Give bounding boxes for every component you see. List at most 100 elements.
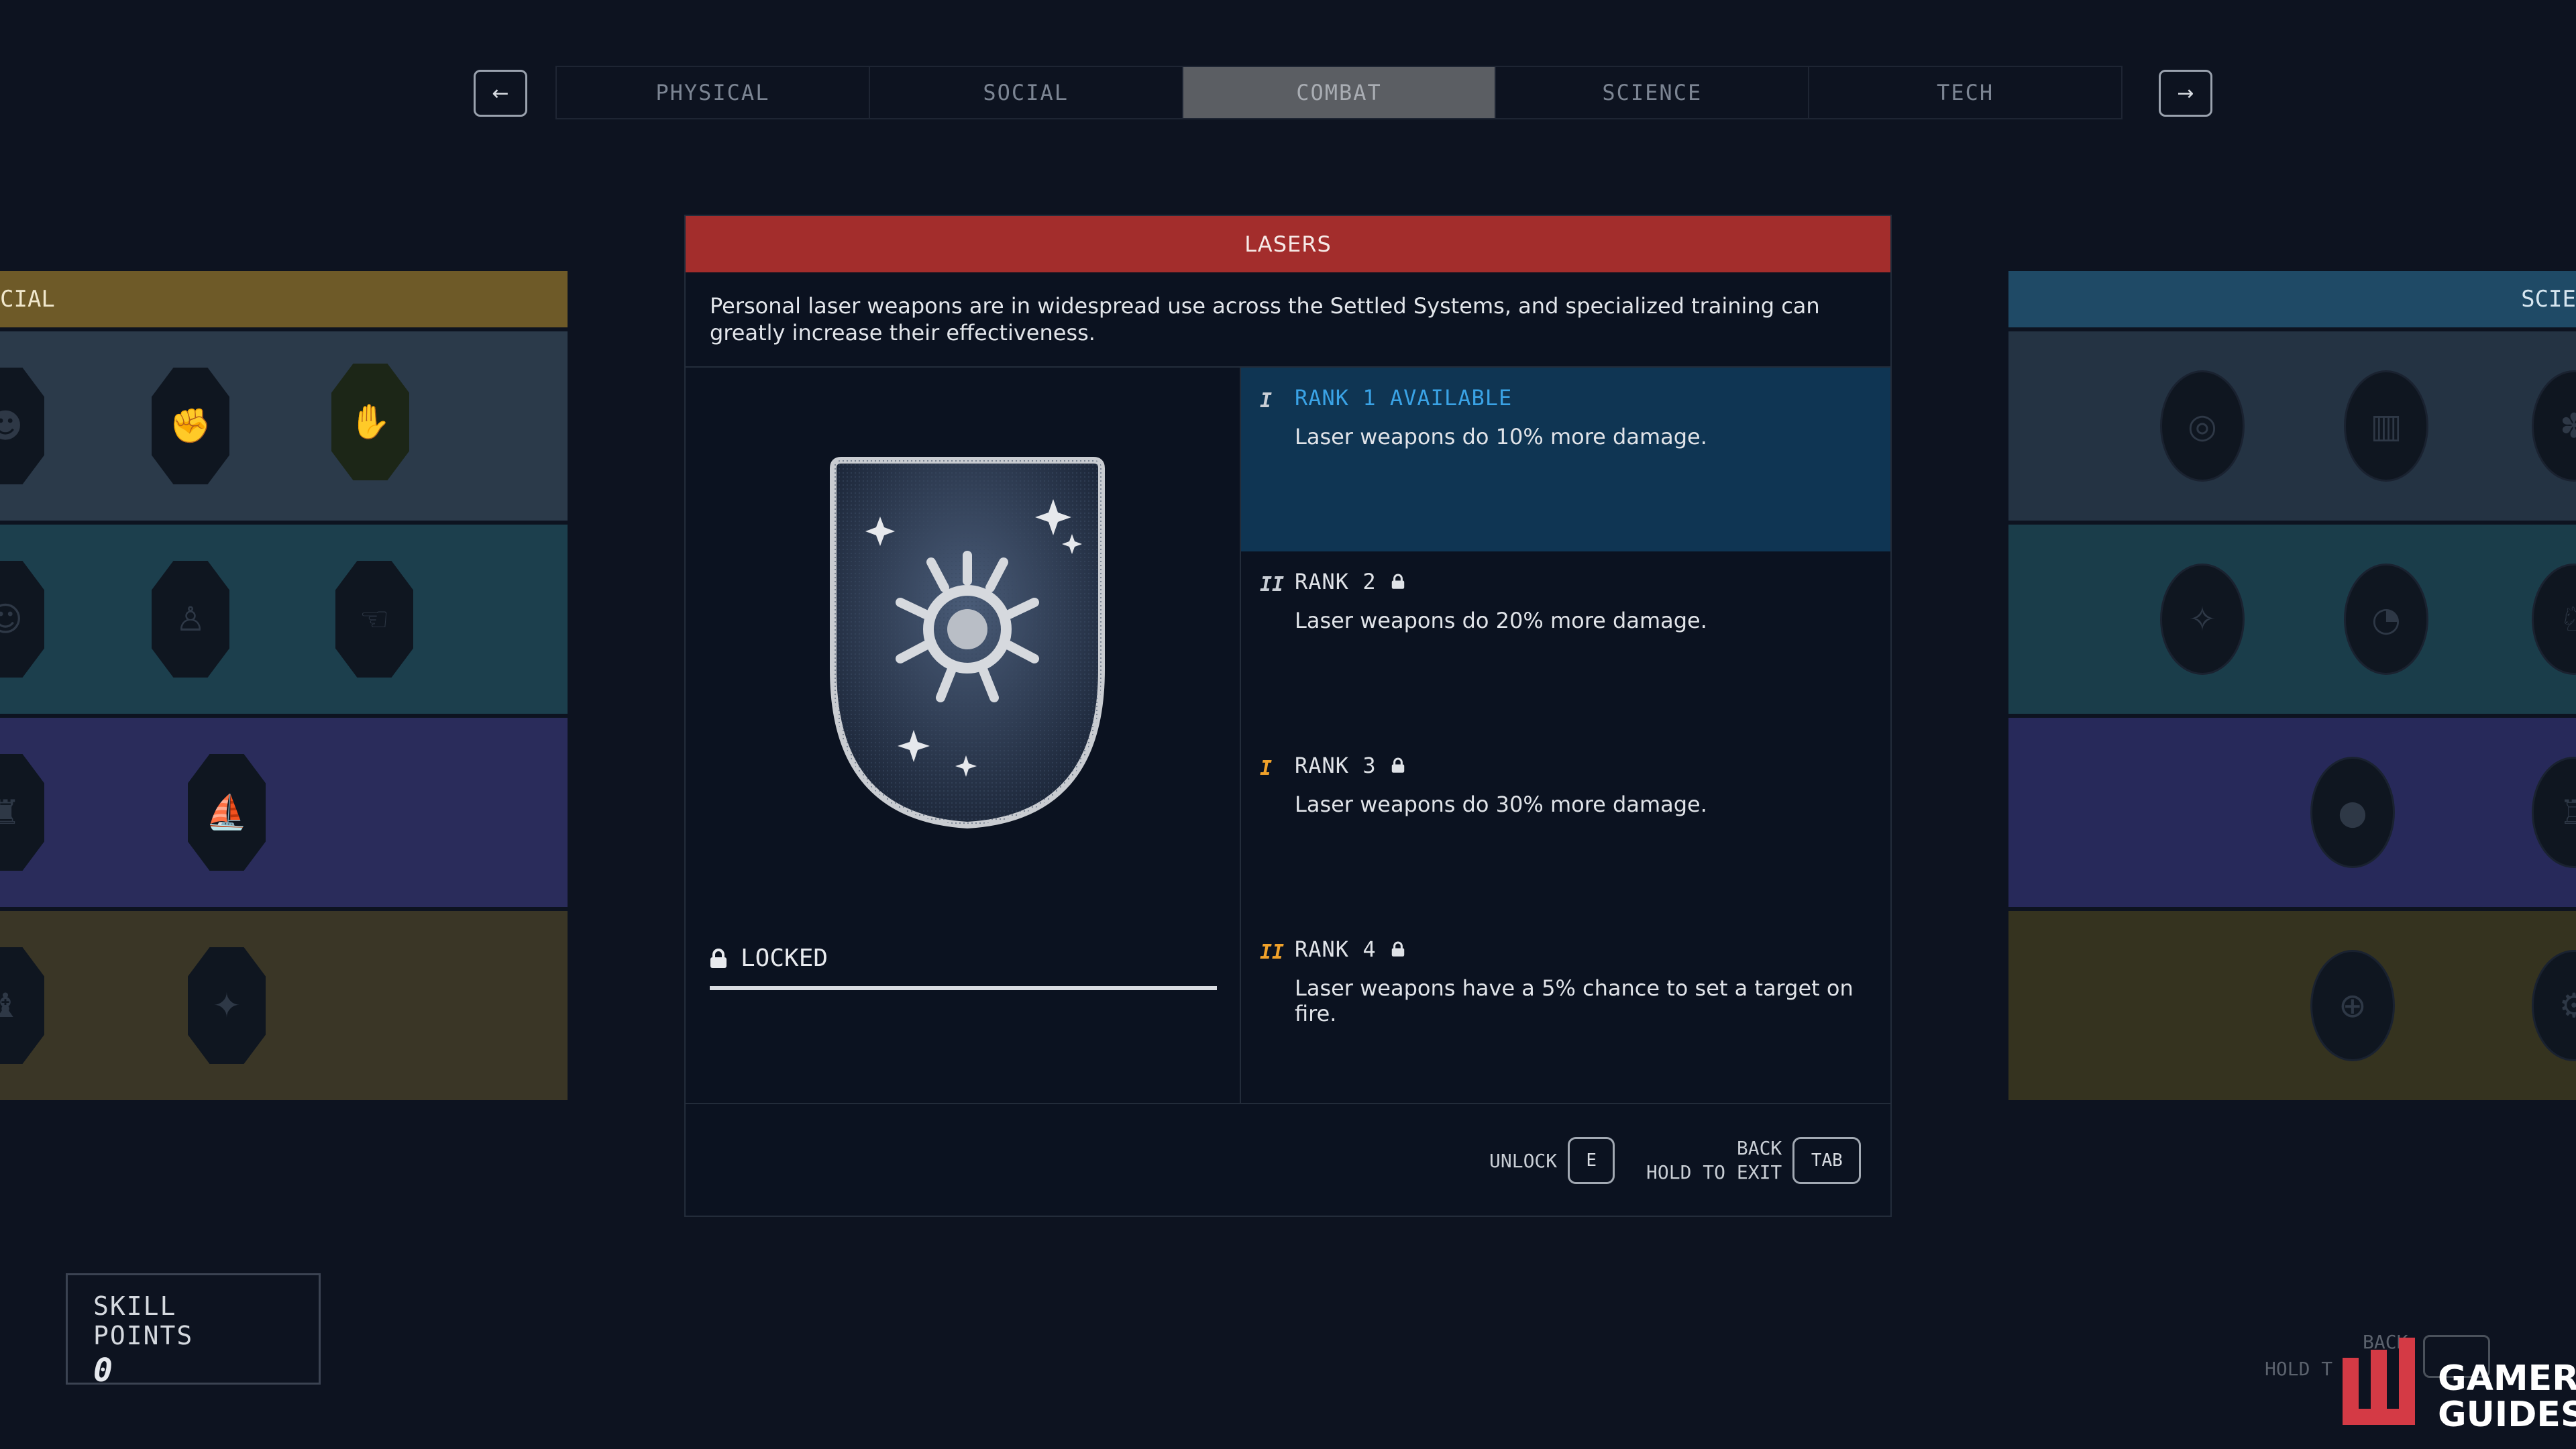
lock-icon [1391,574,1404,589]
compass-icon: ✧ [2188,600,2216,639]
tab-science[interactable]: SCIENCE [1496,67,1810,118]
science-tier-3: ● ♖ [2008,718,2576,907]
lasers-badge-icon [830,457,1105,829]
science-skill-column: SCIE ◎ ▥ ✽ ✧ ◔ ♘ ● ♖ ⊕ ⚙ [2008,271,2576,1100]
skill-points-box: SKILL POINTS 0 [66,1273,321,1389]
rank-2-title: RANK 2 [1295,569,1890,594]
skill-icon[interactable]: ☺ [0,561,44,678]
skill-icon[interactable]: ▥ [2344,370,2428,482]
ghost-hold-label: HOLD T [2265,1358,2333,1380]
skill-icon[interactable]: ✊ [152,368,229,484]
skill-icon[interactable]: ♙ [152,561,229,678]
skill-icon[interactable]: ● [2310,757,2395,868]
rank-list: I RANK 1 AVAILABLE Laser weapons do 10% … [1241,368,1890,1103]
person-icon: ♙ [175,600,206,639]
skill-icon[interactable]: ✽ [2532,370,2576,482]
science-column-header: SCIE [2008,271,2576,327]
rank-1-title: RANK 1 AVAILABLE [1295,385,1890,411]
radar-icon: ◔ [2371,600,2401,639]
rank-3-mark: I [1260,757,1273,780]
unlock-hint[interactable]: UNLOCK E [1489,1104,1615,1217]
gamer-guides-logo-icon [2343,1338,2415,1425]
skill-points-value: 0 [93,1352,113,1389]
tab-social[interactable]: SOCIAL [870,67,1183,118]
skill-icon[interactable]: ♜ [0,754,44,871]
science-tier-2: ✧ ◔ ♘ [2008,525,2576,714]
key-e[interactable]: E [1568,1137,1615,1184]
skill-icon[interactable]: ⊕ [2310,950,2395,1061]
rank-4-row[interactable]: II RANK 4 Laser weapons have a 5% chance… [1241,919,1890,1103]
ship-icon: ⛵ [205,792,248,832]
prev-category-button[interactable]: ← [474,70,527,117]
astronaut-icon: ♘ [2559,600,2576,639]
back-label: BACK [1736,1137,1782,1159]
skill-progress-bar [710,986,1217,990]
figure-icon: ☻ [0,407,23,445]
lab-icon: ♖ [2559,793,2576,832]
back-hint[interactable]: BACK HOLD TO EXIT TAB [1646,1104,1862,1217]
skill-badge-area: LOCKED [686,368,1241,1103]
figure-icon: ♝ [0,986,21,1025]
rank-2-title-text: RANK 2 [1295,569,1377,594]
skill-icon[interactable]: ☻ [0,368,44,484]
watermark-text: GAMER GUIDES [2438,1360,2576,1433]
next-category-button[interactable]: → [2159,70,2212,117]
panel-footer: UNLOCK E BACK HOLD TO EXIT TAB [686,1103,1890,1217]
gamer-guides-watermark: GAMER GUIDES [2336,1331,2576,1433]
rank-2-row[interactable]: II RANK 2 Laser weapons do 20% more dama… [1241,551,1890,735]
skill-description: Personal laser weapons are in widespread… [686,272,1890,368]
rank-1-mark: I [1260,389,1273,413]
arrow-left-icon: ← [492,81,509,105]
arrow-right-icon: → [2177,81,2194,105]
rank-4-mark: II [1260,941,1285,964]
rank-4-title: RANK 4 [1295,936,1890,962]
target-icon: ⊕ [2339,986,2367,1025]
tab-physical[interactable]: PHYSICAL [557,67,870,118]
skill-icon-selected[interactable]: ✋ [331,364,409,480]
science-tier-4: ⊕ ⚙ [2008,911,2576,1100]
bird-icon: ✦ [213,986,241,1025]
lock-icon [1391,757,1404,773]
hand-gem-icon: ✋ [349,402,392,441]
scanner-icon: ▥ [2370,407,2402,445]
skill-icon[interactable]: ☜ [335,561,413,678]
fist-icon: ✊ [169,406,212,445]
gear-icon: ⚙ [2559,986,2576,1025]
planet-icon: ◎ [2188,407,2217,445]
rank-3-row[interactable]: I RANK 3 Laser weapons do 30% more damag… [1241,735,1890,919]
skill-icon[interactable]: ♘ [2532,564,2576,675]
social-tier-4: ♝ ✦ [0,911,568,1100]
watermark-line-1: GAMER [2438,1358,2576,1399]
skill-body: LOCKED I RANK 1 AVAILABLE Laser weapons … [686,368,1890,1103]
rank-4-description: Laser weapons have a 5% chance to set a … [1295,975,1854,1026]
rank-1-description: Laser weapons do 10% more damage. [1295,424,1707,449]
skill-icon[interactable]: ♝ [0,947,44,1064]
rank-2-description: Laser weapons do 20% more damage. [1295,608,1707,633]
social-tier-1: ☻ ✊ ✋ [0,331,568,521]
rank-3-description: Laser weapons do 30% more damage. [1295,792,1707,817]
tab-combat[interactable]: COMBAT [1183,67,1497,118]
skill-icon[interactable]: ⚙ [2532,950,2576,1061]
lock-icon [710,948,727,968]
rank-1-title-text: RANK 1 AVAILABLE [1295,385,1513,411]
category-tabs: PHYSICAL SOCIAL COMBAT SCIENCE TECH [555,66,2123,119]
face-icon: ☺ [0,600,23,639]
moon-icon: ● [2338,793,2367,832]
skill-status-label: LOCKED [741,945,828,972]
rank-4-title-text: RANK 4 [1295,936,1377,962]
rank-2-mark: II [1260,573,1285,596]
skill-detail-panel: LASERS Personal laser weapons are in wid… [684,215,1892,1217]
skill-icon[interactable]: ◔ [2344,564,2428,675]
skill-icon[interactable]: ⛵ [188,754,266,871]
skill-icon[interactable]: ✧ [2160,564,2245,675]
skill-points-label: SKILL POINTS [93,1291,194,1350]
rank-3-title-text: RANK 3 [1295,753,1377,778]
skill-icon[interactable]: ✦ [188,947,266,1064]
tab-tech[interactable]: TECH [1809,67,2121,118]
rank-1-row[interactable]: I RANK 1 AVAILABLE Laser weapons do 10% … [1241,368,1890,551]
watermark-line-2: GUIDES [2438,1395,2576,1435]
skill-status: LOCKED [710,945,828,972]
key-tab[interactable]: TAB [1792,1137,1862,1184]
skill-icon[interactable]: ♖ [2532,757,2576,868]
skill-icon[interactable]: ◎ [2160,370,2245,482]
